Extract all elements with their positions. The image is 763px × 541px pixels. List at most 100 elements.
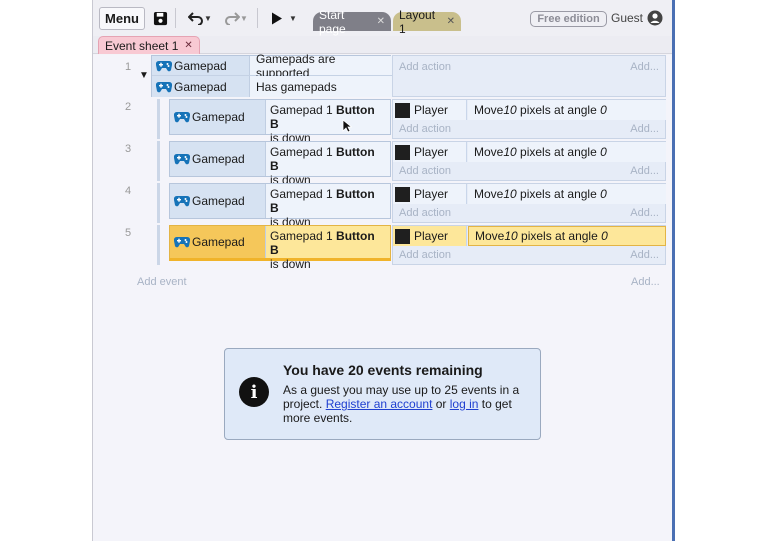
add-menu-link[interactable]: Add... (630, 207, 659, 219)
player-sprite-icon (395, 102, 410, 118)
gamepad-icon (174, 195, 190, 207)
action-object[interactable]: Player (393, 184, 467, 204)
menu-button[interactable]: Menu (99, 7, 145, 30)
condition-text[interactable]: Gamepad 1 Button Bis down (266, 184, 390, 229)
action-param: 0 (600, 103, 607, 117)
close-icon[interactable]: ✕ (377, 16, 385, 27)
action-param: 10 (503, 145, 517, 159)
main-toolbar: Menu ▼ ▼ ▼ Start page ✕ Layout 1 ✕ Free … (93, 0, 673, 36)
collapse-toggle-icon[interactable]: ▼ (139, 70, 149, 81)
notice-title: You have 20 events remaining (283, 362, 483, 378)
condition-text[interactable]: Gamepad 1 Button Bis down (266, 226, 390, 271)
action-param: 10 (503, 103, 517, 117)
event-block-1-conditions[interactable]: Gamepad Gamepads are supported Gamepad H… (151, 52, 392, 97)
condition-text[interactable]: Gamepads are supported (250, 52, 392, 80)
sub-event-actions[interactable]: Player Move 10 pixels at angle 0 Add actio… (392, 183, 666, 223)
tab-label: Start page (319, 7, 346, 36)
save-button[interactable] (151, 9, 169, 27)
chevron-down-icon: ▼ (204, 13, 212, 23)
register-account-link[interactable]: Register an account (326, 397, 433, 411)
condition-text-part: Gamepad 1 (270, 187, 337, 201)
condition-text-part: Gamepad 1 (270, 145, 337, 159)
events-remaining-notice: i You have 20 events remaining As a gues… (224, 348, 541, 440)
sub-event-condition-block[interactable]: Gamepad Gamepad 1 Button Bis down (169, 183, 391, 229)
close-icon[interactable]: ✕ (447, 16, 455, 27)
tab-layout-1[interactable]: Layout 1 ✕ (393, 8, 461, 36)
action-param: 0 (600, 145, 607, 159)
condition-object-label: Gamepad (192, 110, 245, 124)
condition-row[interactable]: Gamepad Gamepads are supported (152, 52, 392, 80)
sub-event-actions[interactable]: Player Move 10 pixels at angle 0 Add actio… (392, 225, 666, 265)
action-text-part: Move (475, 229, 505, 243)
condition-object-label: Gamepad (192, 152, 245, 166)
add-action-link[interactable]: Add action (399, 249, 451, 261)
sub-event-actions[interactable]: Player Move 10 pixels at angle 0 Add actio… (392, 99, 666, 139)
condition-text[interactable]: Has gamepads (250, 76, 392, 97)
guest-label[interactable]: Guest (611, 11, 643, 25)
add-menu-link[interactable]: Add... (631, 276, 660, 288)
condition-object-label: Gamepad (192, 235, 245, 249)
action-text-part: pixels at angle (516, 103, 601, 117)
add-event-link[interactable]: Add event (137, 276, 187, 288)
condition-object[interactable]: Gamepad (170, 184, 266, 218)
sub-event-condition-block[interactable]: Gamepad Gamepad 1 Button Bis down (169, 99, 391, 145)
sub-event-condition-block[interactable]: Gamepad Gamepad 1 Button Bis down (169, 225, 391, 271)
condition-object[interactable]: Gamepad (170, 226, 266, 258)
player-sprite-icon (395, 228, 410, 244)
action-text-part: Move (474, 187, 504, 201)
free-edition-badge[interactable]: Free edition (530, 11, 607, 27)
indent-bar (157, 183, 160, 223)
app-window: Menu ▼ ▼ ▼ Start page ✕ Layout 1 ✕ Free … (92, 0, 674, 541)
gamepad-icon (174, 236, 190, 248)
undo-button[interactable]: ▼ (185, 9, 215, 27)
add-menu-link[interactable]: Add... (630, 249, 659, 261)
action-text[interactable]: Move 10 pixels at angle 0 (468, 100, 666, 120)
action-object[interactable]: Player (393, 226, 467, 246)
action-object[interactable]: Player (393, 100, 467, 120)
add-action-link[interactable]: Add action (399, 207, 451, 219)
player-sprite-icon (395, 186, 410, 202)
condition-object[interactable]: Gamepad (152, 56, 250, 75)
add-action-link[interactable]: Add action (399, 165, 451, 177)
add-menu-link[interactable]: Add... (630, 61, 659, 73)
redo-icon (225, 12, 241, 25)
chevron-down-icon: ▼ (289, 13, 297, 23)
condition-text[interactable]: Gamepad 1 Button Bis down (266, 142, 390, 187)
action-text-part: pixels at angle (516, 145, 601, 159)
sub-event-condition-block[interactable]: Gamepad Gamepad 1 Button Bis down (169, 141, 391, 187)
condition-object[interactable]: Gamepad (170, 100, 266, 134)
sub-event-actions[interactable]: Player Move 10 pixels at angle 0 Add actio… (392, 141, 666, 181)
redo-button[interactable]: ▼ (221, 9, 251, 27)
action-param: 0 (600, 187, 607, 201)
log-in-link[interactable]: log in (450, 397, 479, 411)
condition-text-part: Gamepad 1 (270, 103, 337, 117)
condition-row[interactable]: Gamepad Has gamepads (152, 76, 392, 97)
action-text[interactable]: Move 10 pixels at angle 0 (468, 142, 666, 162)
action-text[interactable]: Move 10 pixels at angle 0 (468, 226, 666, 246)
save-icon (153, 11, 167, 25)
condition-object[interactable]: Gamepad (170, 142, 266, 176)
add-menu-link[interactable]: Add... (630, 123, 659, 135)
condition-text[interactable]: Gamepad 1 Button Bis down (266, 100, 390, 145)
condition-object-label: Gamepad (192, 194, 245, 208)
action-object-label: Player (414, 229, 449, 243)
add-menu-link[interactable]: Add... (630, 165, 659, 177)
preview-button[interactable]: ▼ (269, 9, 299, 27)
tab-start-page[interactable]: Start page ✕ (313, 8, 391, 36)
tab-label: Event sheet 1 (105, 38, 179, 53)
condition-text-part: Gamepad 1 (270, 229, 337, 243)
add-action-link[interactable]: Add action (399, 61, 451, 73)
notice-body: As a guest you may use up to 25 events i… (283, 383, 523, 425)
tab-event-sheet-1[interactable]: Event sheet 1 ✕ (98, 36, 200, 54)
event-number: 2 (125, 101, 132, 113)
action-object[interactable]: Player (393, 142, 467, 162)
event-block-1-actions[interactable]: Add action Add... (392, 55, 666, 97)
add-action-link[interactable]: Add action (399, 123, 451, 135)
user-account-icon[interactable] (647, 10, 663, 26)
condition-object[interactable]: Gamepad (152, 76, 250, 97)
action-text[interactable]: Move 10 pixels at angle 0 (468, 184, 666, 204)
close-icon[interactable]: ✕ (184, 40, 192, 51)
action-object-label: Player (414, 145, 449, 159)
toolbar-separator (175, 8, 176, 28)
gamepad-icon (174, 153, 190, 165)
